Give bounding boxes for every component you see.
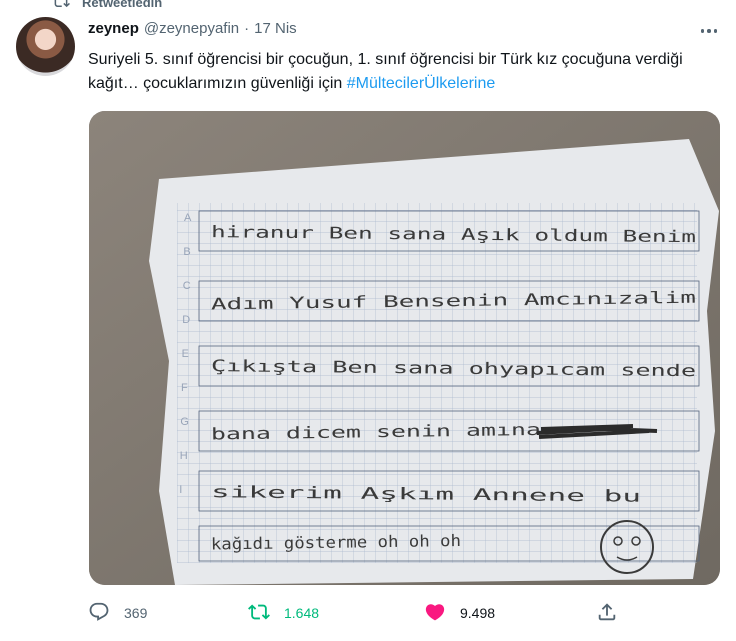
reply-icon	[88, 601, 110, 626]
retweet-button[interactable]: 1.648	[248, 597, 319, 629]
author-name[interactable]: zeynep	[88, 20, 139, 37]
like-button[interactable]: 9.498	[424, 597, 495, 629]
hashtag-link[interactable]: #MültecilerÜlkelerine	[347, 75, 496, 92]
retweet-count: 1.648	[284, 605, 320, 621]
separator-dot: ·	[244, 20, 250, 37]
retweet-context: Retweetledin	[52, 0, 162, 12]
paper-row-letter: A	[184, 212, 192, 224]
heart-icon	[424, 601, 446, 626]
share-button[interactable]	[596, 597, 618, 629]
author-handle[interactable]: @zeynepyafin	[144, 20, 239, 37]
paper-row-letter: I	[179, 484, 182, 496]
retweet-context-label: Retweetledin	[82, 0, 163, 10]
more-options-icon[interactable]	[696, 22, 722, 40]
reply-count: 369	[124, 605, 148, 621]
paper-row-letter: E	[182, 348, 189, 360]
retweet-icon	[248, 601, 270, 626]
paper-row-letter: D	[182, 314, 190, 326]
tweet-text: Suriyeli 5. sınıf öğrencisi bir çocuğun,…	[88, 48, 728, 96]
handwritten-line: kağıdı gösterme oh oh oh	[211, 531, 461, 553]
tweet-date[interactable]: 17 Nis	[254, 20, 297, 37]
share-icon	[596, 601, 618, 626]
paper-row-letter: C	[183, 280, 191, 292]
retweet-icon	[52, 0, 70, 13]
tweet-header: zeynep @zeynepyafin · 17 Nis	[88, 20, 297, 37]
tweet-photo[interactable]: ABCDEFGHI hiranur Ben sana Aşık oldum Be…	[89, 111, 720, 585]
paper-row-letter: H	[180, 450, 188, 462]
tweet-actions: 369 1.648 9.498	[88, 597, 624, 629]
paper-row-letter: B	[183, 246, 190, 258]
paper-row-letter: G	[180, 416, 189, 428]
avatar[interactable]	[16, 17, 75, 76]
reply-button[interactable]: 369	[88, 597, 147, 629]
like-count: 9.498	[460, 605, 496, 621]
paper-row-letter: F	[181, 382, 188, 394]
